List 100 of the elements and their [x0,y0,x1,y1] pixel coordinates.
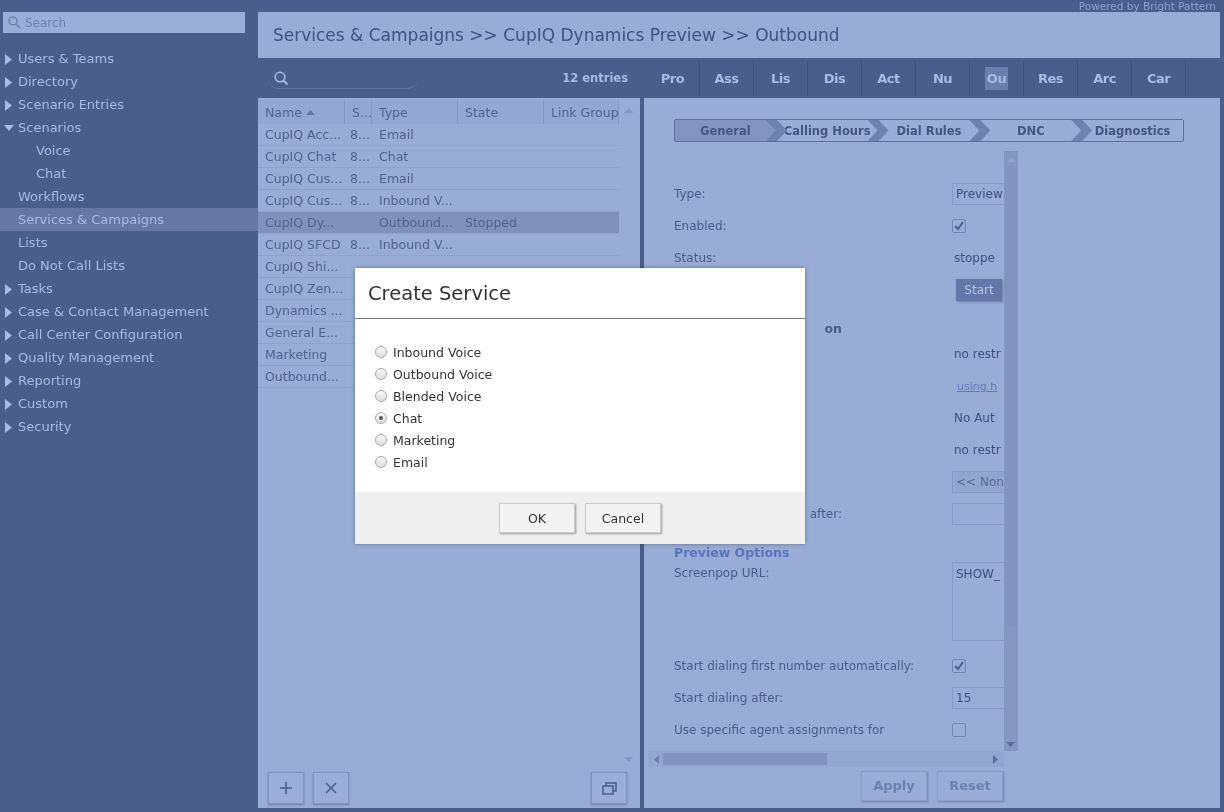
expand-arrow-icon[interactable] [4,284,13,295]
expand-arrow-icon[interactable] [4,100,13,111]
wizard-step[interactable]: Dial Rules [878,120,980,141]
delete-button[interactable] [313,772,349,804]
table-cell-text: 8... [349,149,371,164]
wizard-step[interactable]: Calling Hours [776,120,878,141]
sidebar-item[interactable]: Tasks [0,277,258,300]
tab[interactable]: Lis [769,66,792,90]
windows-icon [601,781,617,795]
table-cell-text: 8... [349,127,371,142]
sidebar-item[interactable]: Users & Teams [0,47,258,70]
search-icon [274,70,288,85]
table-cell-text: Marketing [264,347,329,362]
expand-arrow-icon[interactable] [4,422,13,433]
radio-option[interactable]: Outbound Voice [375,363,805,385]
breadcrumb-title: Services & Campaigns >> CupIQ Dynamics Preview >> Outbound [273,25,840,45]
table-cell-text: CupIQ SFCD [264,237,342,252]
tab[interactable]: Ass [712,66,741,90]
column-header[interactable]: State [458,100,544,124]
table-row[interactable]: CupIQ Chat 8... Chat [258,146,619,168]
scrollbar-thumb[interactable] [1005,166,1017,626]
sidebar-item[interactable]: Case & Contact Management [0,300,258,323]
column-header[interactable]: Type [372,100,458,124]
expand-arrow-icon[interactable] [4,353,13,364]
table-cell-text: Chat [378,149,410,164]
sidebar-item[interactable]: Voice [0,139,258,162]
sidebar-item[interactable]: Chat [0,162,258,185]
start-button[interactable]: Start [956,279,1002,301]
sidebar-item[interactable]: Custom [0,392,258,415]
wizard-step[interactable]: General [675,120,776,141]
table-cell-text: Inbound V... [378,193,454,208]
field-label: Start dialing first number automatically: [674,659,916,673]
expand-arrow-icon[interactable] [4,307,13,318]
expand-arrow-icon[interactable] [4,330,13,341]
radio-option[interactable]: Blended Voice [375,385,805,407]
table-cell-text: General E... [264,325,340,340]
sidebar-item[interactable]: Workflows [0,185,258,208]
column-header[interactable]: S... [345,100,372,124]
scroll-left-icon[interactable] [654,754,659,764]
expand-arrow-icon[interactable] [4,376,13,387]
wizard-step[interactable]: Diagnostics [1082,120,1183,141]
add-button[interactable] [268,772,304,804]
field-label: Use specific agent assignments for [674,723,886,737]
radio-button[interactable] [375,412,387,424]
tab[interactable]: Act [875,66,902,90]
tab[interactable]: Pro [658,66,687,90]
radio-button[interactable] [375,456,387,468]
powered-by-text: Powered by Bright Pattern [1078,0,1216,12]
status-value: stoppe [953,251,996,265]
close-icon [325,782,337,794]
scroll-down-icon[interactable] [1006,742,1015,747]
table-row[interactable]: CupIQ Acc... 8... Email [258,124,619,146]
sidebar-item[interactable]: Call Center Configuration [0,323,258,346]
sidebar-item[interactable]: Lists [0,231,258,254]
tab[interactable]: Car [1144,66,1173,90]
tab[interactable]: Ou [984,66,1009,90]
table-row[interactable]: CupIQ SFCD 8... Inbound V... [258,234,619,256]
radio-option[interactable]: Marketing [375,429,805,451]
tab[interactable]: Arc [1091,66,1118,90]
sidebar-item[interactable]: Security [0,415,258,438]
dialog-title: Create Service [355,268,805,319]
dialog-button[interactable]: Cancel [585,503,661,533]
sidebar-item[interactable]: Scenarios [0,116,258,139]
status-value: No Aut [953,411,996,425]
radio-button[interactable] [375,434,387,446]
radio-option[interactable]: Chat [375,407,805,429]
dialog-button[interactable]: OK [499,503,575,533]
sidebar-item[interactable]: Directory [0,70,258,93]
checkbox[interactable] [952,659,966,673]
window-button[interactable] [591,772,627,804]
table-cell-text: 8... [349,193,371,208]
expand-arrow-icon[interactable] [4,54,13,65]
radio-button[interactable] [375,346,387,358]
checkbox[interactable] [952,723,966,737]
radio-option[interactable]: Email [375,451,805,473]
radio-option[interactable]: Inbound Voice [375,341,805,363]
table-cell-text: CupIQ Shi... [264,259,340,274]
table-row[interactable]: CupIQ Cus... 8... Email [258,168,619,190]
expand-arrow-icon[interactable] [4,77,13,88]
table-cell-text: 8... [349,171,371,186]
scroll-right-icon[interactable] [993,754,998,764]
expand-arrow-icon[interactable] [4,399,13,410]
checkbox[interactable] [952,219,966,233]
sidebar-item[interactable]: Do Not Call Lists [0,254,258,277]
radio-button[interactable] [375,390,387,402]
tab[interactable]: Nu [930,66,955,90]
tab[interactable]: Dis [821,66,848,90]
wizard-step[interactable]: DNC [980,120,1082,141]
sidebar-item[interactable]: Quality Management [0,346,258,369]
column-header[interactable]: Link Group [544,100,619,124]
sidebar-item[interactable]: Reporting [0,369,258,392]
sidebar-item[interactable]: Services & Campaigns [0,208,258,231]
radio-button[interactable] [375,368,387,380]
entries-count: 12 entries [562,71,628,85]
collapse-arrow-icon[interactable] [4,124,14,132]
column-header[interactable]: Name [258,100,345,124]
field-label: Enabled: [674,219,728,233]
sidebar-item[interactable]: Scenario Entries [0,93,258,116]
tab[interactable]: Res [1035,66,1066,90]
field-label: Type: [674,187,707,201]
